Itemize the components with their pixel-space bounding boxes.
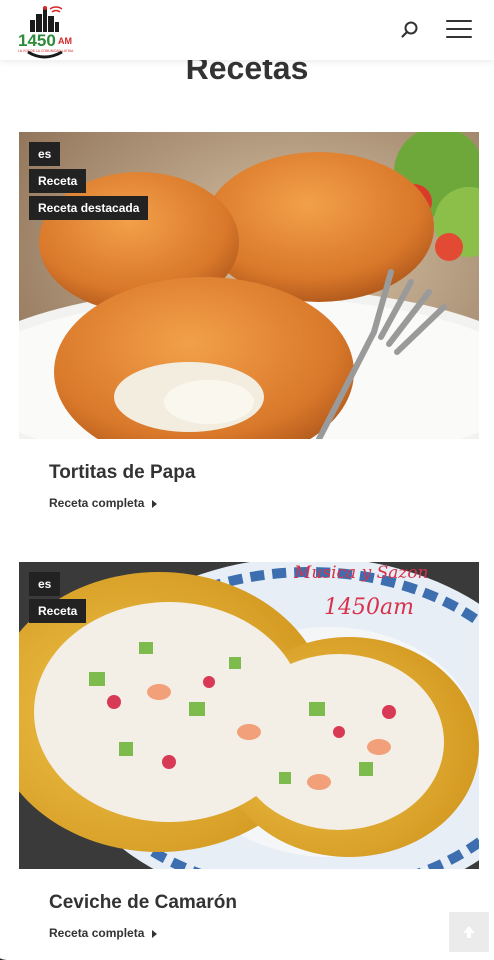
badge-language[interactable]: es (29, 142, 61, 166)
read-more-label: Receta completa (49, 926, 145, 940)
image-watermark-line1: Musica y Sazon (293, 563, 429, 583)
caret-right-icon (152, 499, 158, 508)
post-image-ceviche[interactable]: Musica y Sazon 1450am es Receta (19, 562, 479, 869)
badge-featured[interactable]: Receta destacada (29, 196, 149, 220)
image-watermark-line2: 1450am (324, 595, 414, 620)
svg-text:LA VOZ DE LA COMUNIDAD LATINA: LA VOZ DE LA COMUNIDAD LATINA (18, 49, 74, 53)
badge-category[interactable]: Receta (29, 599, 87, 623)
post-image-tortitas[interactable]: es Receta Receta destacada (19, 132, 479, 439)
back-to-top-button[interactable] (449, 912, 489, 952)
site-logo[interactable]: 1450 AM LA VOZ DE LA COMUNIDAD LATINA (16, 4, 78, 60)
caret-right-icon (152, 929, 158, 938)
hamburger-menu-icon[interactable] (446, 20, 472, 40)
svg-text:1450: 1450 (18, 31, 56, 50)
decorative-arc (0, 958, 8, 960)
post-title[interactable]: Ceviche de Camarón (49, 892, 237, 914)
arrow-up-icon (463, 926, 475, 938)
post-badges: es Receta (29, 572, 87, 626)
post-badges: es Receta Receta destacada (29, 142, 149, 223)
search-icon[interactable] (400, 20, 420, 40)
badge-category[interactable]: Receta (29, 169, 87, 193)
site-header: 1450 AM LA VOZ DE LA COMUNIDAD LATINA (0, 0, 494, 60)
read-more-link[interactable]: Receta completa (49, 496, 158, 510)
read-more-link[interactable]: Receta completa (49, 926, 158, 940)
read-more-label: Receta completa (49, 496, 145, 510)
post-title[interactable]: Tortitas de Papa (49, 462, 195, 484)
svg-text:AM: AM (58, 36, 72, 46)
badge-language[interactable]: es (29, 572, 61, 596)
